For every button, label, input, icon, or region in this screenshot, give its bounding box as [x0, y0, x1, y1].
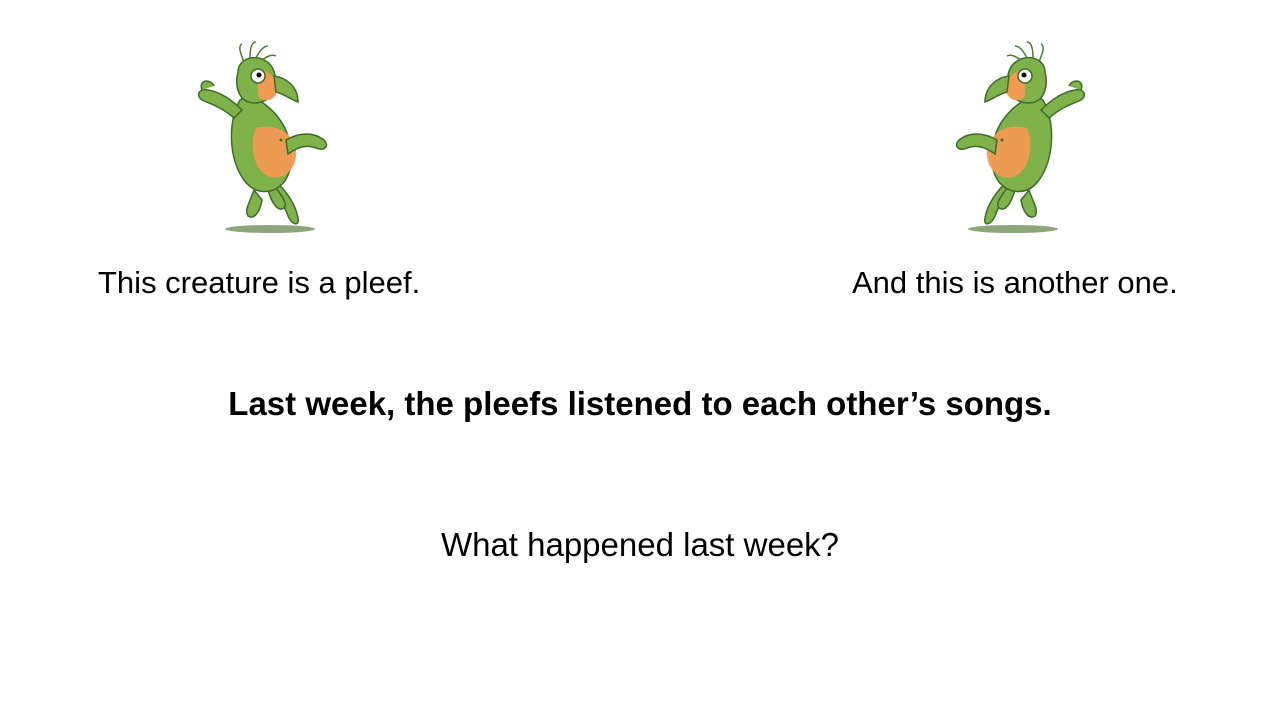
statement-text: Last week, the pleefs listened to each o… — [228, 385, 1052, 422]
pleef-left-illustration — [188, 40, 338, 240]
pleef-right-illustration — [945, 40, 1095, 240]
pleef-creature-icon — [955, 41, 1086, 233]
right-caption: And this is another one. — [852, 265, 1178, 300]
left-caption: This creature is a pleef. — [98, 265, 421, 300]
question-text: What happened last week? — [440, 526, 840, 563]
pleef-creature-icon — [197, 41, 328, 233]
